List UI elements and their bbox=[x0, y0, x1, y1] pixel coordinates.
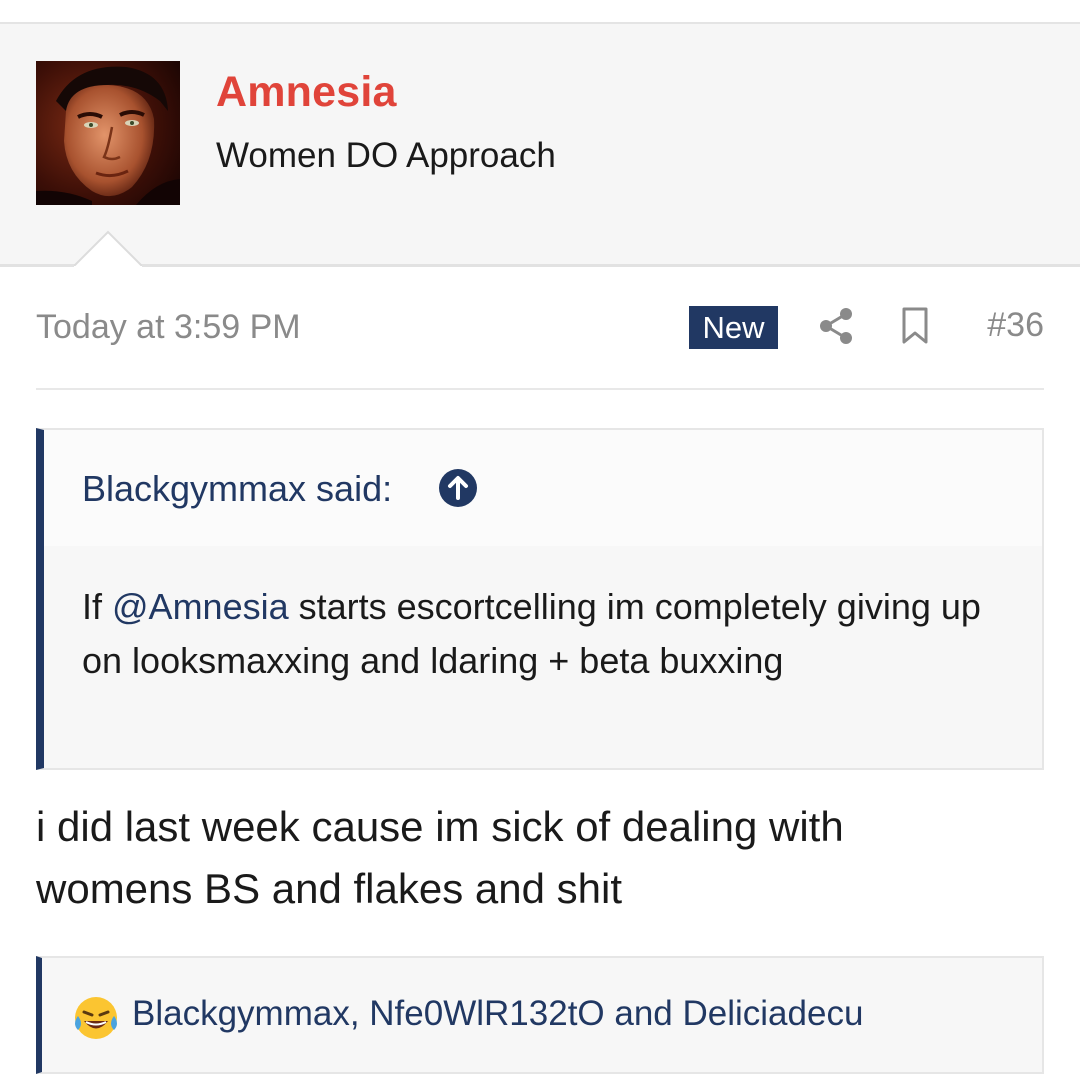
post-body: i did last week cause im sick of dealing… bbox=[36, 796, 1036, 920]
user-title: Women DO Approach bbox=[216, 136, 556, 175]
quote-body: If @Amnesia starts escortcelling im comp… bbox=[82, 580, 982, 688]
meta-divider bbox=[36, 388, 1044, 390]
quote-header: Blackgymmax said: bbox=[44, 430, 1042, 546]
quote-author[interactable]: Blackgymmax said: bbox=[82, 468, 392, 510]
quote-text-before: If bbox=[82, 586, 113, 627]
top-strip bbox=[0, 0, 1080, 24]
post-body-line: womens BS and flakes and shit bbox=[36, 865, 622, 912]
avatar[interactable] bbox=[36, 61, 180, 205]
avatar-image bbox=[36, 61, 180, 205]
post-meta-row: Today at 3:59 PM New #36 bbox=[36, 300, 1044, 356]
quote-block: Blackgymmax said: If @Amnesia starts esc… bbox=[36, 428, 1044, 770]
laughing-tears-emoji-icon[interactable] bbox=[72, 994, 120, 1042]
reaction-users-link[interactable]: Blackgymmax, Nfe0WlR132tO and Deliciadec… bbox=[132, 994, 863, 1034]
post-body-line: i did last week cause im sick of dealing… bbox=[36, 803, 844, 850]
username[interactable]: Amnesia bbox=[216, 68, 397, 117]
post-date[interactable]: Today at 3:59 PM bbox=[36, 308, 301, 347]
new-badge: New bbox=[689, 306, 778, 349]
user-header: Amnesia Women DO Approach bbox=[0, 24, 1080, 267]
user-mention-link[interactable]: @Amnesia bbox=[112, 586, 289, 627]
reactions-bar: Blackgymmax, Nfe0WlR132tO and Deliciadec… bbox=[36, 956, 1044, 1074]
share-icon[interactable] bbox=[818, 306, 854, 346]
bookmark-icon[interactable] bbox=[900, 306, 930, 346]
post-number-link[interactable]: #36 bbox=[987, 306, 1044, 345]
arrow-up-circle-icon[interactable] bbox=[438, 468, 478, 508]
